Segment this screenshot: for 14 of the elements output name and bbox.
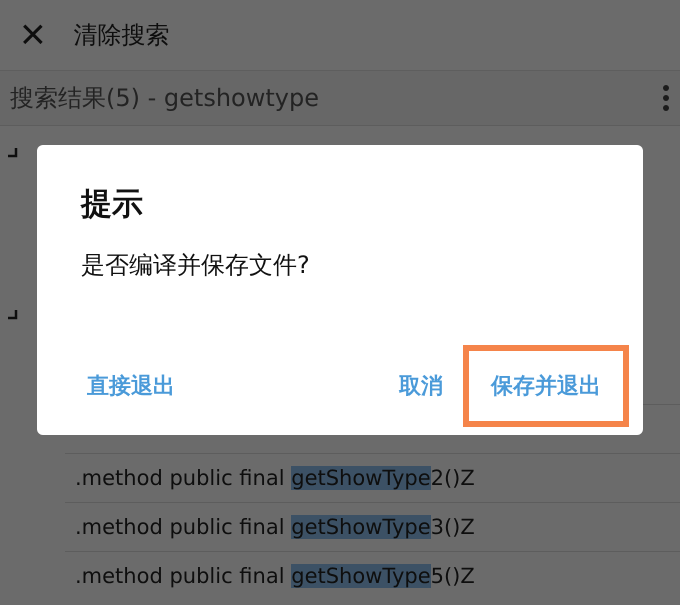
results-title: 搜索结果(5) - getshowtype	[10, 83, 319, 114]
more-icon[interactable]	[662, 85, 670, 111]
dialog-button[interactable]: 保存并退出	[463, 345, 629, 427]
corner-icon	[6, 308, 18, 320]
method-signature[interactable]: .method public final getShowType2()Z	[75, 466, 475, 490]
toolbar-title: 清除搜索	[74, 20, 170, 51]
dialog-button[interactable]: 直接退出	[81, 345, 181, 427]
method-signature[interactable]: .method public final getShowType3()Z	[75, 515, 475, 539]
close-button[interactable]: ×	[16, 13, 50, 57]
corner-icon	[6, 146, 18, 158]
method-signature[interactable]: .method public final getShowType5()Z	[75, 564, 475, 588]
dialog-button[interactable]: 取消	[393, 345, 449, 427]
dialog-message: 是否编译并保存文件?	[81, 250, 310, 281]
dialog-title: 提示	[81, 185, 143, 224]
